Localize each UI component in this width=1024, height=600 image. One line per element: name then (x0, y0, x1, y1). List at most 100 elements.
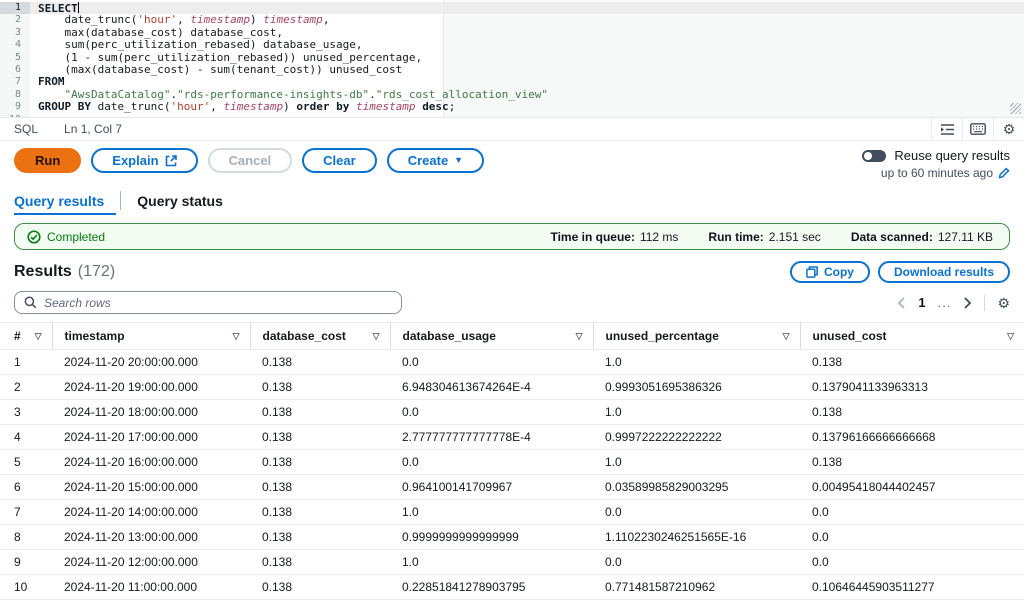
line-number: 8 (0, 89, 30, 101)
editor-mode-label: SQL (14, 122, 38, 136)
code-text: (max(database_cost) - sum(tenant_cost)) … (30, 64, 402, 76)
column-label: database_usage (403, 329, 496, 343)
column-header-unused_percentage: unused_percentage ▽ (593, 323, 800, 350)
table-cell: 0.13796166666666668 (800, 425, 1024, 450)
table-cell: 0.138 (250, 350, 390, 375)
table-cell: 1.0 (390, 550, 593, 575)
table-cell: 0.138 (250, 575, 390, 600)
reuse-results-toggle[interactable] (862, 150, 886, 162)
create-dropdown-button[interactable]: Create ▼ (387, 148, 484, 173)
column-filter-icon[interactable]: ▽ (231, 331, 242, 342)
table-cell: 2024-11-20 11:00:00.000 (52, 575, 250, 600)
table-row[interactable]: 62024-11-20 15:00:00.0000.1380.964100141… (0, 475, 1024, 500)
table-cell: 0.138 (250, 500, 390, 525)
page-number-current[interactable]: 1 (918, 295, 925, 310)
table-row[interactable]: 52024-11-20 16:00:00.0000.1380.01.00.138 (0, 450, 1024, 475)
table-cell: 2024-11-20 17:00:00.000 (52, 425, 250, 450)
table-cell: 8 (0, 525, 52, 550)
table-cell: 0.771481587210962 (593, 575, 800, 600)
table-cell: 2024-11-20 12:00:00.000 (52, 550, 250, 575)
line-number: 7 (0, 76, 30, 88)
code-line[interactable]: 10 (0, 114, 1024, 118)
chevron-right-icon[interactable] (963, 297, 972, 309)
table-cell: 0.0 (390, 350, 593, 375)
line-number: 3 (0, 27, 30, 39)
sql-code-lines[interactable]: 1SELECT2 date_trunc('hour', timestamp) t… (0, 0, 1024, 118)
table-row[interactable]: 82024-11-20 13:00:00.0000.1380.999999999… (0, 525, 1024, 550)
table-row[interactable]: 22024-11-20 19:00:00.0000.1386.948304613… (0, 375, 1024, 400)
tab-query-results-label: Query results (14, 193, 104, 209)
download-results-button[interactable]: Download results (878, 261, 1010, 283)
edit-pencil-icon[interactable] (998, 167, 1010, 179)
table-cell: 0.9997222222222222 (593, 425, 800, 450)
sql-editor[interactable]: 1SELECT2 date_trunc('hour', timestamp) t… (0, 0, 1024, 118)
table-row[interactable]: 32024-11-20 18:00:00.0000.1380.01.00.138 (0, 400, 1024, 425)
keyboard-shortcuts-button[interactable] (962, 118, 993, 140)
keyboard-icon (970, 123, 986, 135)
table-header-row: #▽timestamp▽database_cost▽database_usage… (0, 323, 1024, 350)
download-button-label: Download results (894, 265, 994, 279)
table-cell: 1 (0, 350, 52, 375)
search-rows-box[interactable] (14, 291, 402, 314)
editor-settings-button[interactable]: ⚙ (993, 118, 1024, 140)
cancel-button-label: Cancel (229, 153, 272, 168)
table-cell: 0.138 (250, 375, 390, 400)
table-cell: 2024-11-20 14:00:00.000 (52, 500, 250, 525)
success-check-icon (27, 230, 41, 244)
table-cell: 0.0 (800, 500, 1024, 525)
table-cell: 2024-11-20 16:00:00.000 (52, 450, 250, 475)
column-label: timestamp (65, 329, 125, 343)
table-cell: 0.138 (250, 475, 390, 500)
table-cell: 1.0 (593, 350, 800, 375)
code-line[interactable]: 6 (max(database_cost) - sum(tenant_cost)… (0, 64, 1024, 76)
table-row[interactable]: 92024-11-20 12:00:00.0000.1381.00.00.0 (0, 550, 1024, 575)
table-row[interactable]: 12024-11-20 20:00:00.0000.1380.01.00.138 (0, 350, 1024, 375)
table-cell: 2024-11-20 19:00:00.000 (52, 375, 250, 400)
copy-button[interactable]: Copy (790, 261, 870, 283)
results-tabs: Query results Query status (0, 186, 1024, 215)
table-cell: 2.777777777777778E-4 (390, 425, 593, 450)
table-cell: 0.00495418044402457 (800, 475, 1024, 500)
results-table: #▽timestamp▽database_cost▽database_usage… (0, 322, 1024, 600)
table-cell: 0.138 (250, 400, 390, 425)
table-cell: 1.0 (593, 450, 800, 475)
column-filter-icon[interactable]: ▽ (33, 331, 44, 342)
run-button-label: Run (35, 153, 60, 168)
table-cell: 0.138 (800, 450, 1024, 475)
table-cell: 2024-11-20 15:00:00.000 (52, 475, 250, 500)
column-filter-icon[interactable]: ▽ (574, 331, 585, 342)
tab-query-status[interactable]: Query status (125, 186, 235, 215)
table-cell: 0.138 (250, 425, 390, 450)
format-sql-icon (940, 123, 955, 136)
copy-icon (806, 266, 818, 278)
search-rows-input[interactable] (44, 296, 392, 310)
column-filter-icon[interactable]: ▽ (371, 331, 382, 342)
table-cell: 1.1102230246251565E-16 (593, 525, 800, 550)
query-actions: Run Explain Cancel Clear Create ▼ (0, 141, 1024, 186)
column-filter-icon[interactable]: ▽ (781, 331, 792, 342)
table-row[interactable]: 42024-11-20 17:00:00.0000.1382.777777777… (0, 425, 1024, 450)
column-header-unused_cost: unused_cost▽ (800, 323, 1024, 350)
column-label: unused_percentage (606, 329, 719, 343)
clear-button[interactable]: Clear (302, 148, 377, 173)
results-preferences-button[interactable]: ⚙ (997, 296, 1010, 310)
status-badge: Completed (47, 230, 105, 244)
code-text (30, 114, 38, 118)
table-cell: 0.138 (800, 350, 1024, 375)
code-line[interactable]: 9GROUP BY date_trunc('hour', timestamp) … (0, 101, 1024, 113)
format-sql-button[interactable] (931, 118, 962, 140)
explain-button[interactable]: Explain (91, 148, 197, 173)
table-cell: 7 (0, 500, 52, 525)
table-row[interactable]: 102024-11-20 11:00:00.0000.1380.22851841… (0, 575, 1024, 600)
cancel-button[interactable]: Cancel (208, 148, 293, 173)
table-cell: 0.0 (390, 400, 593, 425)
explain-button-label: Explain (112, 153, 158, 168)
tab-query-results[interactable]: Query results (14, 186, 116, 215)
gear-icon: ⚙ (1003, 122, 1016, 136)
editor-resize-handle[interactable] (1010, 103, 1021, 114)
run-button[interactable]: Run (14, 148, 81, 173)
chevron-left-icon[interactable] (897, 297, 906, 309)
table-row[interactable]: 72024-11-20 14:00:00.0000.1381.00.00.0 (0, 500, 1024, 525)
table-cell: 1.0 (390, 500, 593, 525)
column-filter-icon[interactable]: ▽ (1005, 331, 1016, 342)
